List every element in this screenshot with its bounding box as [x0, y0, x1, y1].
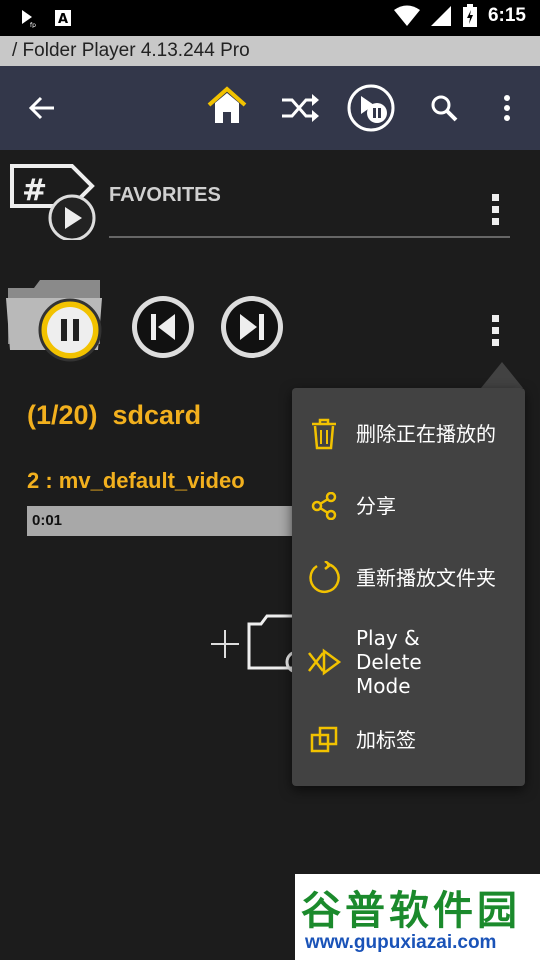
- menu-item-label: 分享: [356, 494, 396, 518]
- tag-play-icon: #: [10, 164, 96, 240]
- menu-item-delete-playing[interactable]: 删除正在播放的: [292, 414, 525, 454]
- back-arrow-icon: [28, 96, 54, 120]
- player-controls: [0, 270, 540, 370]
- favorites-row[interactable]: #: [0, 150, 540, 245]
- play-pause-button[interactable]: [345, 82, 397, 134]
- track-title: 2 : mv_default_video: [27, 468, 245, 493]
- replay-icon: [309, 561, 340, 593]
- menu-item-label: 重新播放文件夹: [356, 566, 496, 590]
- home-button[interactable]: [205, 84, 249, 128]
- previous-track-button[interactable]: [130, 294, 196, 360]
- folder-pause-button[interactable]: [4, 272, 106, 366]
- play-small-icon: fp: [22, 10, 36, 28]
- overflow-dots-icon: [492, 315, 499, 346]
- divider: [109, 236, 510, 238]
- menu-pointer: [481, 362, 523, 388]
- wifi-icon: [393, 5, 420, 26]
- toolbar: [0, 66, 540, 150]
- overflow-menu-button[interactable]: [492, 88, 522, 128]
- signal-icon: [430, 6, 451, 26]
- favorites-label[interactable]: FAVORITES: [109, 184, 221, 207]
- back-button[interactable]: [22, 88, 62, 128]
- svg-text:fp: fp: [30, 22, 36, 28]
- home-icon: [207, 86, 247, 123]
- share-icon: [311, 492, 337, 520]
- menu-item-add-tag[interactable]: 加标签: [292, 720, 525, 760]
- font-a-icon: A: [55, 10, 71, 27]
- play-delete-icon: [308, 648, 342, 676]
- tag-icon: [310, 726, 338, 753]
- battery-charging-icon: [462, 4, 477, 27]
- next-track-button[interactable]: [219, 294, 285, 360]
- status-bar: fp A 6:15: [0, 0, 540, 36]
- elapsed-time: 0:01: [32, 512, 63, 529]
- menu-item-play-delete-mode[interactable]: Play & Delete Mode: [292, 624, 525, 700]
- menu-item-label: Play & Delete Mode: [356, 626, 422, 698]
- shuffle-button[interactable]: [278, 86, 322, 130]
- watermark: 谷普软件园 www.gupuxiazai.com: [295, 874, 540, 960]
- shuffle-icon: [282, 94, 319, 122]
- overflow-dots-icon: [492, 194, 499, 225]
- app-title: / Folder Player 4.13.244 Pro: [0, 36, 540, 66]
- play-pause-circle-icon: [347, 84, 395, 132]
- svg-text:A: A: [58, 12, 68, 27]
- svg-text:#: #: [22, 173, 47, 208]
- folder-title: (1/20) sdcard: [27, 400, 202, 430]
- player-overflow-button[interactable]: [492, 315, 499, 346]
- status-time: 6:15: [487, 5, 526, 26]
- search-button[interactable]: [424, 88, 464, 128]
- menu-item-share[interactable]: 分享: [292, 486, 525, 526]
- progress-bar[interactable]: 0:01: [27, 506, 327, 536]
- watermark-title: 谷普软件园: [301, 888, 521, 934]
- watermark-url: www.gupuxiazai.com: [305, 932, 497, 953]
- context-menu: 删除正在播放的 分享 重新播放文件夹 Play & Delete Mode 加标…: [292, 388, 525, 786]
- trash-icon: [312, 418, 336, 450]
- menu-item-replay-folder[interactable]: 重新播放文件夹: [292, 558, 525, 598]
- search-icon: [431, 95, 458, 122]
- overflow-menu-icon: [504, 95, 510, 121]
- menu-item-label: 加标签: [356, 728, 416, 752]
- favorites-overflow-button[interactable]: [492, 194, 499, 225]
- menu-item-label: 删除正在播放的: [356, 422, 496, 446]
